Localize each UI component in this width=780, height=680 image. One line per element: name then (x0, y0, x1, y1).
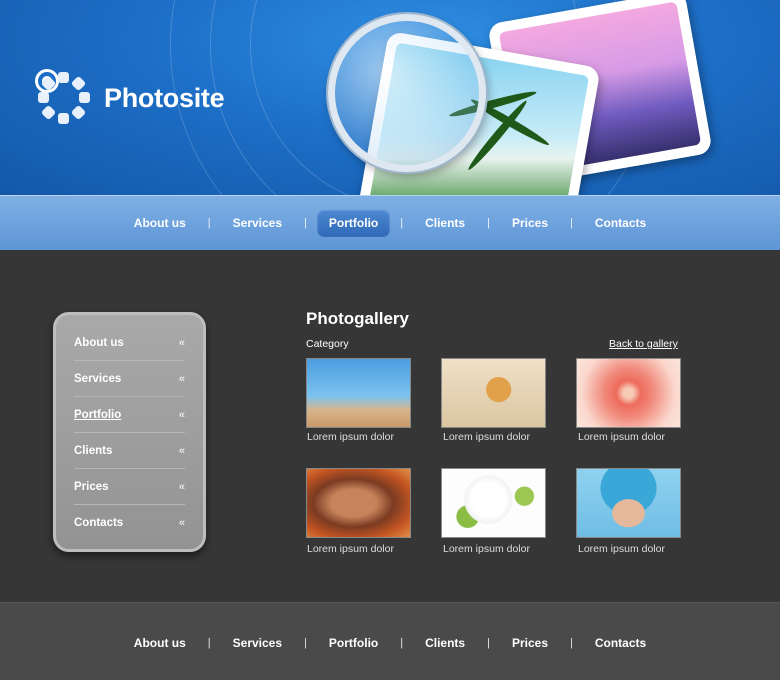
sidebar-item-portfolio[interactable]: Portfolio « (74, 397, 185, 433)
double-chevron-left-icon: « (178, 336, 185, 349)
nav-separator: | (487, 637, 490, 649)
nav-separator: | (304, 637, 307, 649)
footer-nav-item-prices[interactable]: Prices (500, 632, 560, 654)
logo[interactable]: Photosite (38, 72, 225, 124)
nav-separator: | (400, 217, 404, 229)
sidebar-item-label: Portfolio (74, 408, 122, 421)
top-nav-menu: About us | Services | Portfolio | Clients | Pric… (0, 209, 780, 237)
gallery-thumb-2[interactable] (441, 358, 546, 428)
top-nav-item-about-us[interactable]: About us (122, 209, 198, 237)
nav-separator: | (400, 637, 404, 649)
gallery-thumb-4[interactable] (306, 468, 411, 538)
footer-nav-item-portfolio[interactable]: Portfolio (317, 632, 390, 654)
gallery-caption: Lorem ipsum dolor (307, 431, 394, 443)
sidebar-item-about-us[interactable]: About us « (74, 325, 185, 361)
top-nav-item-prices[interactable]: Prices (500, 209, 560, 237)
nav-separator: | (570, 217, 573, 229)
page-title: Photogallery (306, 309, 409, 328)
top-navigation: About us | Services | Portfolio | Clients | Pric… (0, 195, 780, 250)
top-nav-item-portfolio[interactable]: Portfolio (316, 209, 391, 237)
sidebar-item-label: Prices (74, 480, 109, 493)
double-chevron-left-icon: « (178, 408, 185, 421)
nav-separator: | (487, 217, 490, 229)
gallery-caption: Lorem ipsum dolor (578, 431, 665, 443)
main-content: About us «Services «Portfolio «Clients «Pric… (0, 250, 780, 602)
gallery-thumb-6[interactable] (576, 468, 681, 538)
nav-separator: | (570, 637, 573, 649)
double-chevron-left-icon: « (178, 372, 185, 385)
sidebar-item-contacts[interactable]: Contacts « (74, 505, 185, 541)
sidebar-item-clients[interactable]: Clients « (74, 433, 185, 469)
gallery-thumb-5[interactable] (441, 468, 546, 538)
double-chevron-left-icon: « (178, 444, 185, 457)
category-label: Category (306, 338, 349, 350)
top-nav-item-contacts[interactable]: Contacts (583, 209, 658, 237)
double-chevron-left-icon: « (178, 480, 185, 493)
back-to-gallery-link[interactable]: Back to gallery (609, 338, 678, 350)
footer: About us | Services | Portfolio | Clients | Pric… (0, 602, 780, 680)
footer-nav-item-contacts[interactable]: Contacts (583, 632, 658, 654)
sidebar-item-label: About us (74, 336, 124, 349)
sidebar-item-prices[interactable]: Prices « (74, 469, 185, 505)
footer-nav-item-about-us[interactable]: About us (122, 632, 198, 654)
gallery-caption: Lorem ipsum dolor (443, 431, 530, 443)
brand-name: Photosite (104, 82, 225, 113)
sidebar-item-label: Services (74, 372, 122, 385)
sidebar-item-label: Clients (74, 444, 113, 457)
magnifier-glass (328, 14, 486, 172)
gallery-caption: Lorem ipsum dolor (578, 543, 665, 555)
aperture-icon (38, 72, 90, 124)
sidebar-item-label: Contacts (74, 517, 124, 529)
footer-nav-menu: About us | Services | Portfolio | Clients | Pric… (0, 632, 780, 654)
gallery-thumb-3[interactable] (576, 358, 681, 428)
gallery-thumb-1[interactable] (306, 358, 411, 428)
header-banner: Photosite (0, 0, 780, 195)
gallery-caption: Lorem ipsum dolor (307, 543, 394, 555)
top-nav-item-services[interactable]: Services (221, 209, 294, 237)
nav-separator: | (304, 217, 307, 229)
nav-separator: | (207, 217, 211, 229)
nav-separator: | (207, 637, 211, 649)
footer-nav-item-services[interactable]: Services (221, 632, 294, 654)
gallery-caption: Lorem ipsum dolor (443, 543, 530, 555)
footer-nav-item-clients[interactable]: Clients (413, 632, 477, 654)
double-chevron-left-icon: « (178, 517, 185, 529)
sidebar-item-services[interactable]: Services « (74, 361, 185, 397)
top-nav-item-clients[interactable]: Clients (413, 209, 477, 237)
sidebar-menu: About us «Services «Portfolio «Clients «Pric… (53, 312, 206, 552)
